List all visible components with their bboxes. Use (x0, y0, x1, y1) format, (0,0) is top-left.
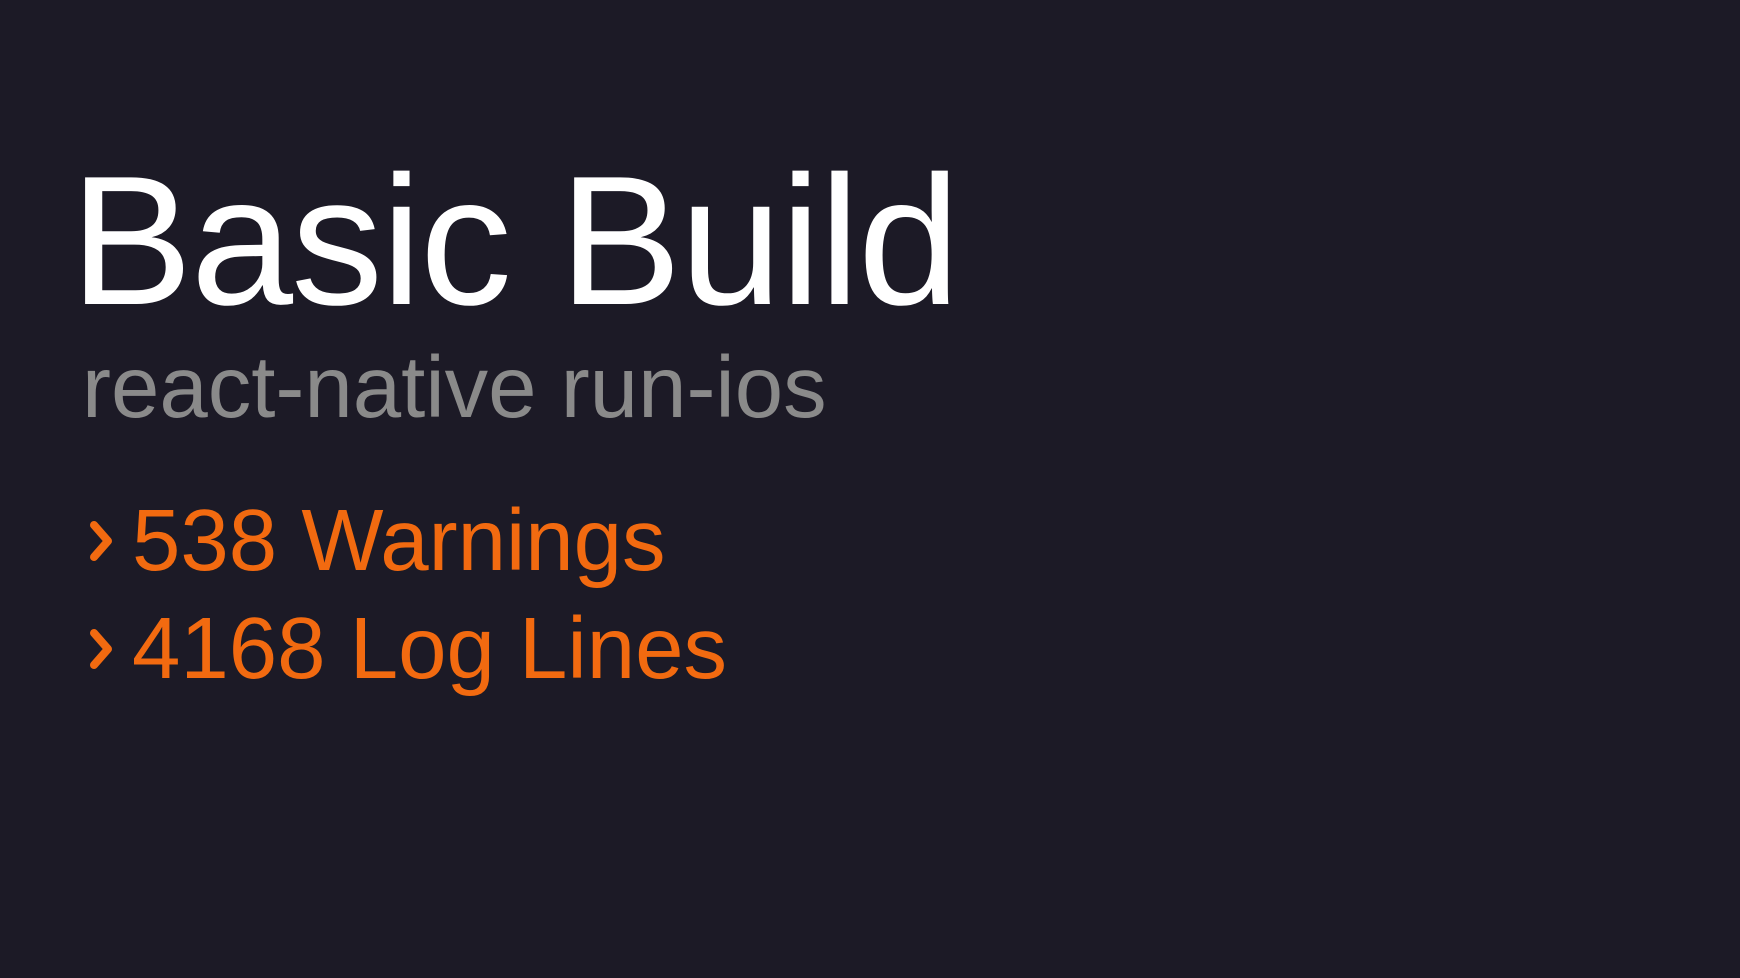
chevron-right-icon (86, 619, 130, 679)
chevron-right-icon (86, 511, 130, 571)
stat-item-log-lines: 4168 Log Lines (86, 605, 727, 692)
stat-item-warnings: 538 Warnings (86, 497, 666, 584)
slide-title: Basic Build (70, 137, 960, 343)
stat-label-log-lines: 4168 Log Lines (132, 600, 728, 697)
slide-subtitle: react-native run-ios (82, 339, 827, 436)
slide: Basic Build react-native run-ios 538 War… (0, 0, 1740, 978)
stat-label-warnings: 538 Warnings (132, 492, 666, 589)
